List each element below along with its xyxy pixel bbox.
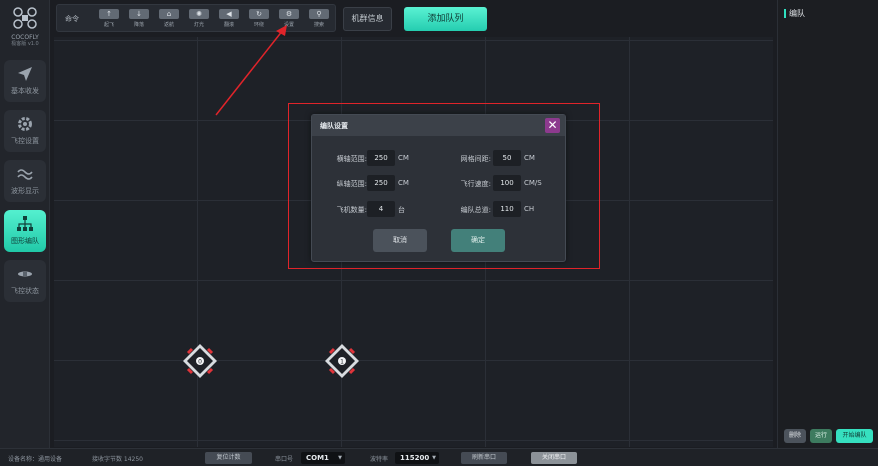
sidebar-item-flight-status[interactable]: 飞控状态	[4, 260, 46, 302]
speed-unit: CM/S	[524, 179, 542, 187]
channel-field: 编队总道: 110 CH	[312, 201, 562, 217]
dialog-title: 编队设置	[320, 122, 348, 130]
takeoff-caption: 起飞	[103, 22, 114, 28]
orbit-button[interactable]: ↻ 环绕	[249, 9, 269, 29]
settings-button[interactable]: ⚙ 设置	[279, 9, 299, 29]
start-formation-button[interactable]: 开始编队	[836, 429, 873, 443]
logo-brand: COCOFLY	[11, 34, 39, 41]
flip-caption: 翻滚	[223, 22, 234, 28]
search-icon: ⚲	[316, 10, 322, 18]
takeoff-icon: ↑	[106, 10, 112, 18]
formation-icon	[17, 216, 33, 231]
land-icon: ↓	[136, 10, 142, 18]
drone-1-number: 1	[340, 359, 344, 366]
orbit-caption: 环绕	[253, 22, 264, 28]
settings-caption: 设置	[283, 22, 294, 28]
sidebar-item-label: 基本收发	[11, 87, 39, 95]
run-button[interactable]: 运行	[810, 429, 832, 443]
sidebar: COCOFLY 极客版 v1.0 基本收发 飞控设置 波形显示 图形编队 飞控状…	[0, 0, 50, 448]
formation-panel: 编队 删除 运行 开始编队	[777, 0, 878, 448]
land-caption: 降落	[133, 22, 144, 28]
sidebar-item-label: 波形显示	[11, 187, 39, 195]
port-label: 串口号	[275, 456, 294, 463]
orbit-icon: ↻	[256, 10, 262, 18]
send-icon	[18, 67, 32, 81]
search-caption: 搜索	[313, 22, 324, 28]
sidebar-item-flight-settings[interactable]: 飞控设置	[4, 110, 46, 152]
status-bar: 设备名称：通用设备 接收字节数 14250 复位计数 串口号 COM1 ▼ 波特…	[0, 448, 878, 466]
speed-field: 飞行速度: 100 CM/S	[312, 175, 562, 191]
app-window: COCOFLY 极客版 v1.0 基本收发 飞控设置 波形显示 图形编队 飞控状…	[0, 0, 878, 466]
confirm-button[interactable]: 确定	[451, 229, 505, 252]
close-port-button[interactable]: 关闭串口	[531, 452, 577, 464]
command-toolbar: 命令 ↑ 起飞 ↓ 降落 ⌂ 返航 ✺ 灯光 ◀ 翻滚 ↻ 环绕 ⚙ 设置 ⚲ …	[56, 4, 336, 32]
drone-1-icon[interactable]: 1	[323, 342, 361, 380]
land-button[interactable]: ↓ 降落	[129, 9, 149, 29]
channel-unit: CH	[524, 205, 535, 213]
sidebar-item-waveform[interactable]: 波形显示	[4, 160, 46, 202]
grid-spacing-field: 网格间距: 50 CM	[312, 150, 562, 166]
sidebar-item-label: 飞控状态	[11, 287, 39, 295]
flip-icon: ◀	[226, 10, 232, 18]
grid-spacing-unit: CM	[524, 154, 535, 162]
wave-icon	[17, 169, 33, 180]
sidebar-item-formation[interactable]: 图形编队	[4, 210, 46, 252]
lights-button[interactable]: ✺ 灯光	[189, 9, 209, 29]
logo-version: 极客版 v1.0	[11, 41, 39, 47]
channel-input[interactable]: 110	[493, 201, 521, 217]
cancel-button[interactable]: 取消	[373, 229, 427, 252]
chevron-down-icon: ▼	[432, 455, 436, 461]
takeoff-button[interactable]: ↑ 起飞	[99, 9, 119, 29]
logo-icon	[13, 7, 37, 29]
gear-icon: ⚙	[285, 10, 293, 18]
sidebar-item-basic-send[interactable]: 基本收发	[4, 60, 46, 102]
delete-button[interactable]: 删除	[784, 429, 806, 443]
close-icon[interactable]: ✕	[545, 118, 560, 133]
drone-0-number: 0	[198, 359, 202, 366]
baud-label: 波特率	[370, 456, 389, 463]
toolbar-label: 命令	[65, 15, 79, 23]
drone-0-icon[interactable]: 0	[181, 342, 219, 380]
sidebar-item-label: 图形编队	[11, 237, 39, 245]
speed-label: 飞行速度:	[460, 180, 491, 188]
gear-icon	[18, 117, 32, 131]
search-button[interactable]: ⚲ 搜索	[309, 9, 329, 29]
flip-button[interactable]: ◀ 翻滚	[219, 9, 239, 29]
grid-spacing-input[interactable]: 50	[493, 150, 521, 166]
return-button[interactable]: ⌂ 返航	[159, 9, 179, 29]
light-icon: ✺	[196, 10, 202, 18]
logo: COCOFLY 极客版 v1.0	[0, 6, 50, 52]
baud-value: 115200	[400, 454, 430, 462]
add-queue-button[interactable]: 添加队列	[404, 7, 487, 31]
panel-title: 编队	[784, 9, 805, 18]
received-bytes: 接收字节数 14250	[92, 456, 143, 463]
return-caption: 返航	[163, 22, 174, 28]
reset-count-button[interactable]: 复位计数	[205, 452, 252, 464]
baud-select[interactable]: 115200 ▼	[395, 452, 439, 464]
port-select[interactable]: COM1 ▼	[301, 452, 345, 464]
grid-spacing-label: 网格间距:	[460, 155, 491, 163]
refresh-port-button[interactable]: 刷新串口	[461, 452, 507, 464]
formation-settings-dialog: 编队设置 ✕ 横轴范围: 250 CM 纵轴范围: 250 CM 飞机数量: 4…	[311, 114, 566, 262]
sidebar-item-label: 飞控设置	[11, 137, 39, 145]
drone-status-icon	[18, 271, 32, 277]
port-value: COM1	[306, 454, 329, 462]
lights-caption: 灯光	[193, 22, 204, 28]
group-info-button[interactable]: 机群信息	[343, 7, 392, 31]
dialog-header: 编队设置 ✕	[312, 115, 565, 136]
chevron-down-icon: ▼	[338, 455, 342, 461]
home-icon: ⌂	[166, 10, 172, 18]
speed-input[interactable]: 100	[493, 175, 521, 191]
device-name: 设备名称：通用设备	[8, 456, 63, 463]
channel-label: 编队总道:	[460, 206, 491, 214]
